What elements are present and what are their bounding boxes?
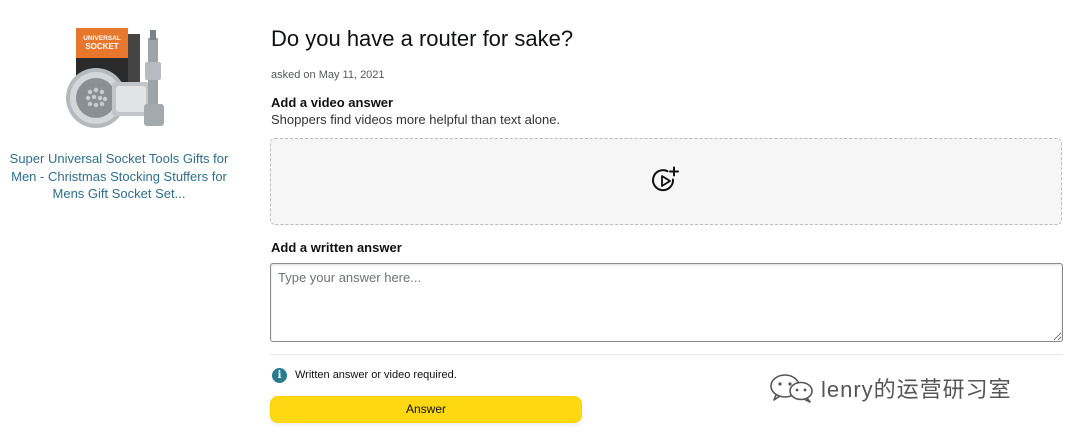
- watermark-text: lenry的运营研习室: [821, 377, 1012, 402]
- box-label-2: SOCKET: [85, 42, 118, 51]
- video-answer-heading: Add a video answer: [271, 95, 394, 110]
- product-title-link[interactable]: Super Universal Socket Tools Gifts for M…: [0, 150, 238, 203]
- info-icon: i: [272, 368, 287, 383]
- wechat-icon: [770, 374, 813, 403]
- watermark: lenry的运营研习室: [768, 372, 1012, 404]
- asked-date: asked on May 11, 2021: [271, 69, 385, 81]
- section-divider: [270, 354, 1063, 355]
- add-video-icon[interactable]: [651, 166, 681, 196]
- question-title: Do you have a router for sake?: [271, 26, 574, 51]
- product-image[interactable]: UNIVERSAL SOCKET: [60, 22, 178, 134]
- video-upload-area[interactable]: [270, 138, 1062, 225]
- video-answer-subtext: Shoppers find videos more helpful than t…: [271, 112, 561, 127]
- box-label-1: UNIVERSAL: [83, 35, 121, 42]
- answer-button[interactable]: Answer: [270, 396, 582, 423]
- product-panel: UNIVERSAL SOCKET Super Universal Socket …: [0, 0, 238, 220]
- written-answer-textarea[interactable]: [270, 263, 1063, 342]
- requirement-note: Written answer or video required.: [295, 369, 457, 381]
- written-answer-heading: Add a written answer: [271, 240, 402, 255]
